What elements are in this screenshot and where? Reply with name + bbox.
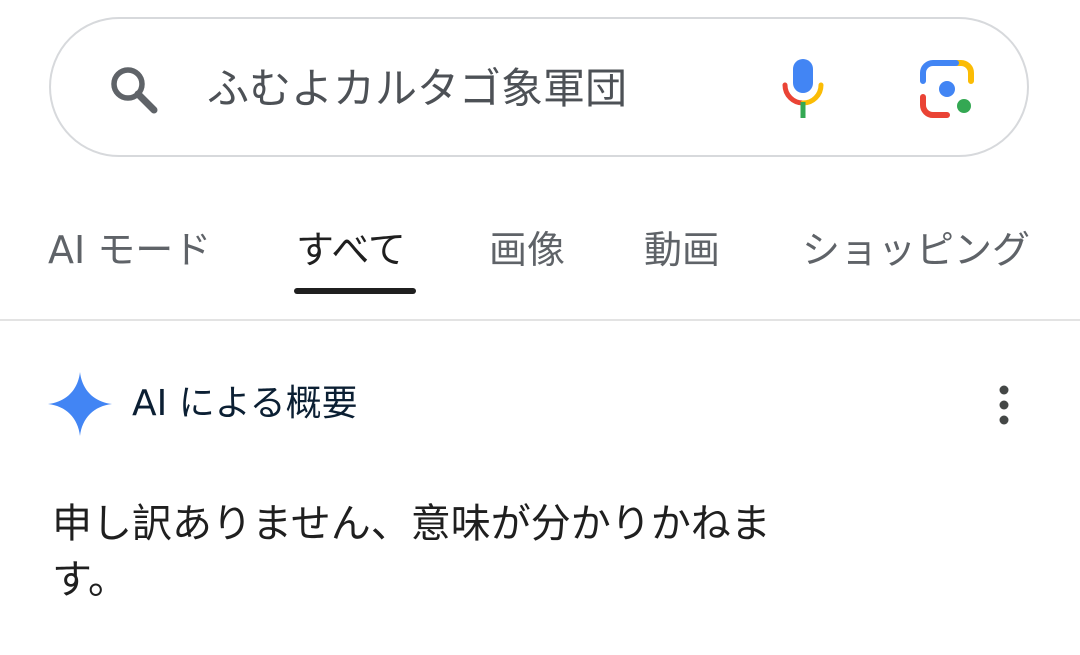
tab-ai-mode[interactable]: AI モード: [48, 220, 211, 280]
tabs-divider: [0, 319, 1080, 321]
mic-icon[interactable]: [779, 57, 831, 121]
search-icon[interactable]: [103, 59, 163, 119]
tab-all[interactable]: すべて: [296, 220, 406, 280]
search-input[interactable]: ふむよカルタゴ象軍団: [207, 57, 627, 121]
ai-overview-title: AI による概要: [132, 383, 358, 424]
tab-shopping[interactable]: ショッピング: [802, 220, 1030, 280]
tab-videos[interactable]: 動画: [644, 220, 720, 280]
answer-line: す。: [52, 557, 128, 603]
search-bar[interactable]: ふむよカルタゴ象軍団: [49, 17, 1029, 157]
lens-icon[interactable]: [917, 59, 977, 119]
search-tabs: AI モード すべて 画像 動画 ショッピング: [0, 210, 1080, 322]
sparkle-icon: [48, 372, 112, 436]
answer-line: 申し訳ありません、意味が分かりかねま: [52, 501, 771, 547]
ai-overview-answer: 申し訳ありません、意味が分かりかねま す。: [52, 496, 932, 608]
more-vert-icon[interactable]: [992, 384, 1016, 426]
ai-overview-header: AI による概要: [48, 370, 1048, 436]
tab-images[interactable]: 画像: [489, 220, 565, 280]
active-tab-indicator: [294, 288, 416, 294]
